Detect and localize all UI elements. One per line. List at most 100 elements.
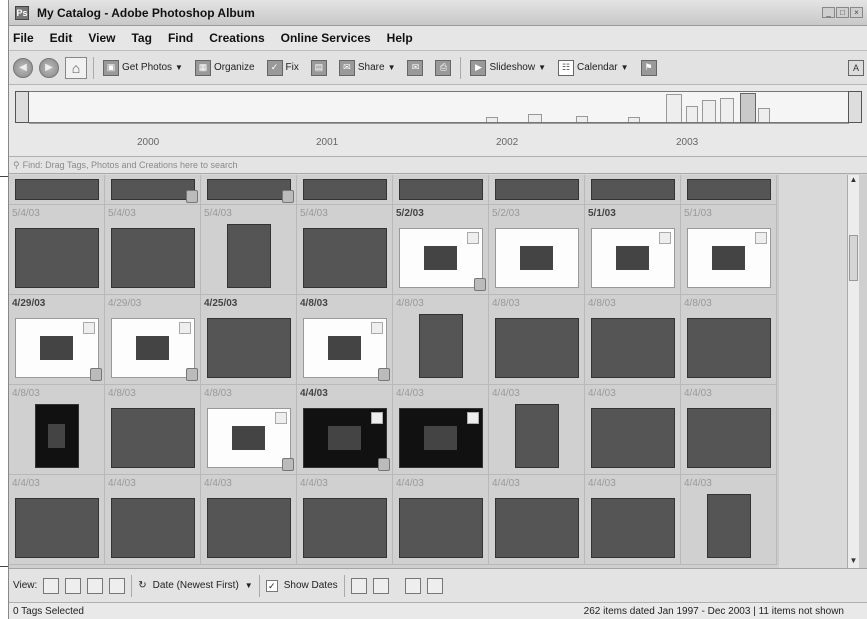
photo-cell[interactable] [9,175,105,205]
photo-thumbnail[interactable] [34,404,79,468]
photo-thumbnail[interactable] [14,179,99,200]
menu-online-services[interactable]: Online Services [281,31,371,45]
menu-find[interactable]: Find [168,31,193,45]
email-button[interactable]: ✉ [404,56,426,80]
tag-photos-button[interactable]: ⚑ [638,56,660,80]
photo-thumbnail[interactable] [206,179,294,203]
photo-cell[interactable]: 4/4/03 [297,475,393,565]
print-button[interactable]: ⎙ [432,56,454,80]
photo-thumbnail[interactable] [14,498,99,558]
timeline-start-handle[interactable] [15,91,29,123]
photo-cell[interactable] [393,175,489,205]
menu-edit[interactable]: Edit [50,31,73,45]
photo-cell[interactable]: 5/2/03 [489,205,585,295]
photo-thumbnail[interactable] [590,179,675,200]
photo-thumbnail[interactable] [686,408,771,468]
photo-thumbnail[interactable] [494,179,579,200]
photo-thumbnail[interactable] [398,228,486,291]
photo-cell[interactable]: 4/4/03 [9,475,105,565]
photo-thumbnail[interactable] [302,498,387,558]
scroll-down-icon[interactable]: ▼ [848,556,859,568]
timeline-end-handle[interactable] [848,91,862,123]
photo-thumbnail[interactable] [206,408,294,471]
photo-cell[interactable]: 4/8/03 [201,385,297,475]
photo-cell[interactable]: 5/2/03 [393,205,489,295]
fix-button[interactable]: ✓ Fix [264,56,302,80]
photo-cell[interactable]: 4/8/03 [297,295,393,385]
photo-thumbnail[interactable] [398,408,483,468]
photo-thumbnail[interactable] [418,314,463,378]
stack-icon[interactable] [404,577,421,594]
photo-cell[interactable]: 5/4/03 [297,205,393,295]
photo-cell[interactable]: 4/4/03 [681,385,777,475]
photo-thumbnail[interactable] [686,179,771,200]
photo-thumbnail[interactable] [398,498,483,558]
photo-cell[interactable] [585,175,681,205]
share-button[interactable]: ✉ Share ▼ [336,56,399,80]
photo-cell[interactable]: 4/4/03 [585,475,681,565]
photo-thumbnail[interactable] [302,318,390,381]
photo-cell[interactable]: 4/4/03 [393,475,489,565]
print-layout-button[interactable]: ▤ [308,56,330,80]
photo-cell[interactable]: 4/4/03 [681,475,777,565]
photo-cell[interactable]: 4/8/03 [393,295,489,385]
menu-tag[interactable]: Tag [131,31,151,45]
photo-thumbnail[interactable] [110,408,195,468]
photo-cell[interactable]: 5/1/03 [585,205,681,295]
photo-cell[interactable]: 4/8/03 [681,295,777,385]
maximize-button[interactable]: □ [836,7,849,18]
photo-thumbnail[interactable] [494,228,579,288]
photo-thumbnail[interactable] [14,318,102,381]
photo-cell[interactable]: 4/29/03 [9,295,105,385]
photo-cell[interactable] [105,175,201,205]
photo-thumbnail[interactable] [206,498,291,558]
photo-cell[interactable] [297,175,393,205]
grid-view-large-icon[interactable] [87,577,104,594]
photo-cell[interactable]: 4/8/03 [585,295,681,385]
menu-file[interactable]: File [13,31,34,45]
photo-cell[interactable]: 5/1/03 [681,205,777,295]
close-button[interactable]: × [850,7,863,18]
organize-button[interactable]: ▦ Organize [192,56,258,80]
scrollbar-thumb[interactable] [849,235,858,281]
photo-thumbnail[interactable] [302,408,390,471]
help-button[interactable]: A [845,56,867,80]
photo-thumbnail[interactable] [590,228,675,288]
photo-cell[interactable]: 4/25/03 [201,295,297,385]
photo-thumbnail[interactable] [590,318,675,378]
find-bar[interactable]: ⚲ Find: Drag Tags, Photos and Creations … [9,157,867,174]
photo-thumbnail[interactable] [494,318,579,378]
photo-cell[interactable]: 4/8/03 [9,385,105,475]
photo-cell[interactable]: 4/4/03 [105,475,201,565]
photo-thumbnail[interactable] [110,228,195,288]
chevron-down-icon[interactable]: ▼ [245,581,253,590]
photo-cell[interactable]: 4/4/03 [297,385,393,475]
grid-view-medium-icon[interactable] [65,577,82,594]
photo-thumbnail[interactable] [302,179,387,200]
photo-cell[interactable]: 4/29/03 [105,295,201,385]
compare-icon[interactable] [426,577,443,594]
photo-thumbnail[interactable] [110,318,198,381]
timeline-slider-handle[interactable] [740,93,756,123]
photo-cell[interactable] [489,175,585,205]
photo-thumbnail[interactable] [302,228,387,288]
show-dates-checkbox[interactable]: ✓ [265,579,278,592]
photo-cell[interactable]: 4/4/03 [489,385,585,475]
photo-cell[interactable]: 5/4/03 [201,205,297,295]
photo-thumbnail[interactable] [110,179,198,203]
photo-thumbnail[interactable] [590,408,675,468]
menu-view[interactable]: View [88,31,115,45]
photo-thumbnail[interactable] [494,498,579,558]
forward-button[interactable]: ▶ [39,57,59,78]
calendar-button[interactable]: ☷ Calendar ▼ [555,56,632,80]
photo-thumbnail[interactable] [206,318,291,378]
photo-cell[interactable]: 4/4/03 [585,385,681,475]
photo-cell[interactable]: 4/8/03 [105,385,201,475]
photo-thumbnail[interactable] [686,318,771,378]
properties-icon[interactable] [350,577,367,594]
photo-cell[interactable] [201,175,297,205]
timeline-track[interactable] [15,91,857,123]
photo-thumbnail[interactable] [110,498,195,558]
get-photos-button[interactable]: ▣ Get Photos ▼ [100,56,186,80]
photo-thumbnail[interactable] [590,498,675,558]
